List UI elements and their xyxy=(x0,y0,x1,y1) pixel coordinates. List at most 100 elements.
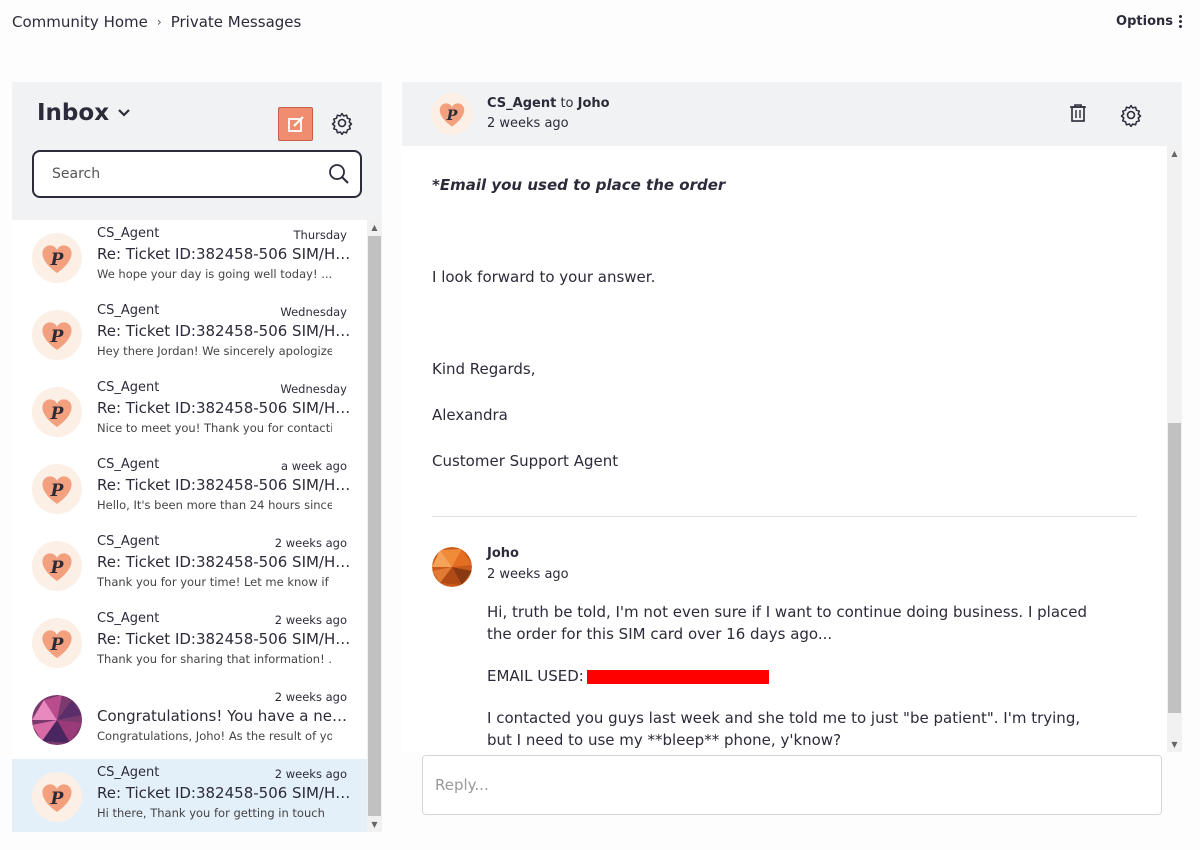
brand-heart-p-icon: P xyxy=(42,476,72,504)
brand-heart-p-icon: P xyxy=(42,553,72,581)
inbox-folder-dropdown[interactable]: Inbox xyxy=(37,100,131,126)
brand-heart-p-icon: P xyxy=(439,103,465,127)
message-divider xyxy=(432,516,1137,517)
avatar xyxy=(32,695,82,745)
message-subject: Re: Ticket ID:382458-506 SIM/Hardware xyxy=(97,245,352,263)
breadcrumb-separator: › xyxy=(156,15,162,29)
thread-sender[interactable]: CS_Agent xyxy=(487,96,556,111)
avatar xyxy=(432,547,472,587)
search-box xyxy=(32,150,362,198)
search-icon[interactable] xyxy=(328,163,350,185)
inbox-settings-button[interactable] xyxy=(330,111,354,136)
search-input[interactable] xyxy=(52,163,312,185)
thread-participants: CS_Agent to Joho xyxy=(487,96,610,111)
thread-header: P CS_Agent to Joho 2 weeks ago xyxy=(402,82,1182,146)
regards-text: Kind Regards, xyxy=(432,360,536,378)
message-list-item-selected[interactable]: P CS_Agent 2 weeks ago Re: Ticket ID:382… xyxy=(12,759,367,832)
message-date: 2 weeks ago xyxy=(274,613,347,627)
gear-icon xyxy=(331,112,353,136)
message-date: Thursday xyxy=(293,228,347,242)
brand-heart-p-icon: P xyxy=(42,784,72,812)
brand-heart-p-icon: P xyxy=(42,322,72,350)
message-date: Wednesday xyxy=(280,382,347,396)
scroll-up-arrow-icon[interactable]: ▲ xyxy=(370,223,379,232)
message-sender: CS_Agent xyxy=(97,457,160,472)
signature-role: Customer Support Agent xyxy=(432,452,619,470)
message-date: 2 weeks ago xyxy=(274,536,347,550)
redacted-email xyxy=(586,669,769,684)
avatar: P xyxy=(32,618,82,668)
message-preview: Nice to meet you! Thank you for contacti… xyxy=(97,421,332,435)
trash-icon xyxy=(1070,104,1086,122)
thread-settings-button[interactable] xyxy=(1119,103,1143,131)
compose-button[interactable] xyxy=(278,107,313,141)
message-list-item[interactable]: P CS_Agent Wednesday Re: Ticket ID:38245… xyxy=(12,297,367,374)
email-used-label: EMAIL USED: xyxy=(487,667,584,685)
signature-name: Alexandra xyxy=(432,406,508,424)
svg-text:P: P xyxy=(50,789,65,809)
message-list-item[interactable]: P CS_Agent Wednesday Re: Ticket ID:38245… xyxy=(12,374,367,451)
brand-heart-p-icon: P xyxy=(42,399,72,427)
message-sender: CS_Agent xyxy=(97,226,160,241)
inbox-title: Inbox xyxy=(37,100,110,126)
message-list-item[interactable]: 2 weeks ago Congratulations! You have a … xyxy=(12,682,367,759)
options-menu-button[interactable]: Options xyxy=(1116,14,1182,29)
scrollbar-thumb[interactable] xyxy=(1168,423,1181,713)
message-subject: Re: Ticket ID:382458-506 SIM/Hardware xyxy=(97,476,352,494)
avatar: P xyxy=(32,772,82,822)
avatar: P xyxy=(32,464,82,514)
forward-text: I look forward to your answer. xyxy=(432,268,656,286)
delete-thread-button[interactable] xyxy=(1069,103,1087,127)
message-preview: Thank you for sharing that information! … xyxy=(97,652,332,666)
message-date: Wednesday xyxy=(280,305,347,319)
breadcrumb-current: Private Messages xyxy=(170,13,302,31)
avatar: P xyxy=(32,541,82,591)
brand-heart-p-icon: P xyxy=(42,245,72,273)
message-sender: CS_Agent xyxy=(97,303,160,318)
purple-geometric-avatar-icon xyxy=(32,695,82,745)
thread-body: *Email you used to place the order I loo… xyxy=(402,146,1167,752)
top-bar: Community Home › Private Messages Option… xyxy=(0,0,1200,50)
svg-text:P: P xyxy=(50,404,65,424)
reply-paragraph: Hi, truth be told, I'm not even sure if … xyxy=(487,603,1088,643)
orange-geometric-avatar-icon xyxy=(432,547,472,587)
message-subject: Re: Ticket ID:382458-506 SIM/Hardware xyxy=(97,553,352,571)
gear-icon xyxy=(1120,104,1142,128)
scroll-down-arrow-icon[interactable]: ▼ xyxy=(1170,740,1179,749)
reply-author[interactable]: Joho xyxy=(487,546,519,561)
message-list-item[interactable]: P CS_Agent 2 weeks ago Re: Ticket ID:382… xyxy=(12,528,367,605)
message-preview: Hey there Jordan! We sincerely apologize xyxy=(97,344,332,358)
message-list-item[interactable]: P CS_Agent Thursday Re: Ticket ID:382458… xyxy=(12,220,367,297)
svg-text:P: P xyxy=(50,635,65,655)
message-list-item[interactable]: P CS_Agent 2 weeks ago Re: Ticket ID:382… xyxy=(12,605,367,682)
thread-recipient[interactable]: Joho xyxy=(578,96,610,111)
message-date: 2 weeks ago xyxy=(274,767,347,781)
reply-input[interactable] xyxy=(435,774,1135,796)
svg-text:P: P xyxy=(50,250,65,270)
thread-to-word: to xyxy=(560,96,574,111)
thread-panel: P CS_Agent to Joho 2 weeks ago *Email yo… xyxy=(402,82,1182,832)
message-preview: Hi there, Thank you for getting in touch xyxy=(97,806,325,820)
thread-scrollbar[interactable]: ▲ ▼ xyxy=(1167,146,1182,752)
message-subject: Re: Ticket ID:382458-506 SIM/Hardware xyxy=(97,630,352,648)
compose-icon xyxy=(287,116,304,132)
svg-text:P: P xyxy=(446,108,459,124)
message-preview: We hope your day is going well today! ..… xyxy=(97,267,332,281)
svg-text:P: P xyxy=(50,481,65,501)
avatar: P xyxy=(431,93,473,135)
breadcrumb-home-link[interactable]: Community Home xyxy=(12,13,148,31)
inbox-header: Inbox xyxy=(12,82,382,220)
avatar: P xyxy=(32,233,82,283)
reply-time: 2 weeks ago xyxy=(487,567,569,582)
scrollbar-thumb[interactable] xyxy=(368,236,381,816)
inbox-panel: Inbox P CS_Agen xyxy=(12,82,382,832)
message-sender: CS_Agent xyxy=(97,380,160,395)
message-sender: CS_Agent xyxy=(97,765,160,780)
message-date: a week ago xyxy=(281,459,347,473)
svg-text:P: P xyxy=(50,558,65,578)
message-list-scrollbar[interactable]: ▲ ▼ xyxy=(367,220,382,832)
scroll-down-arrow-icon[interactable]: ▼ xyxy=(370,820,379,829)
brand-heart-p-icon: P xyxy=(42,630,72,658)
message-list-item[interactable]: P CS_Agent a week ago Re: Ticket ID:3824… xyxy=(12,451,367,528)
scroll-up-arrow-icon[interactable]: ▲ xyxy=(1170,149,1179,158)
